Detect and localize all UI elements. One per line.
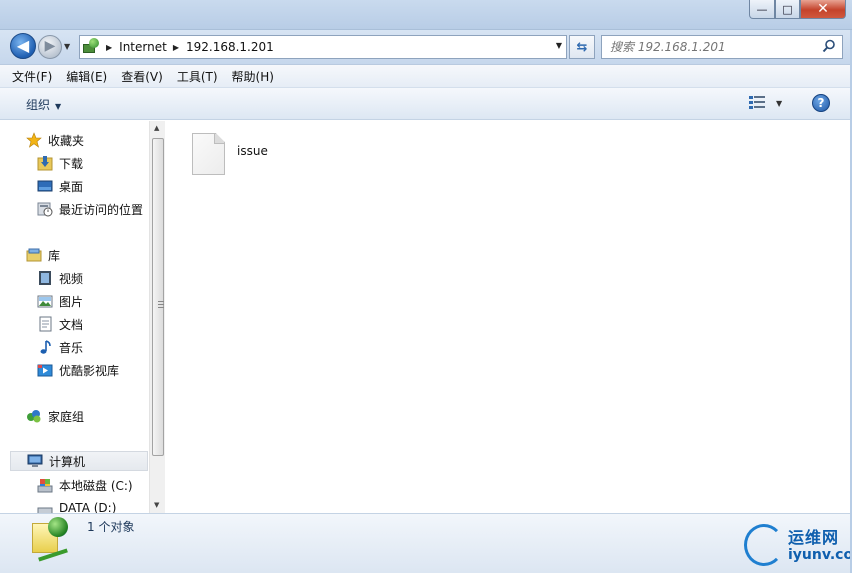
nav-item-label: 优酷影视库: [59, 363, 120, 378]
breadcrumb-arrow-icon[interactable]: ▶: [173, 43, 179, 52]
nav-item-label: 桌面: [59, 179, 84, 194]
breadcrumb-internet[interactable]: Internet: [119, 40, 167, 54]
scroll-up-icon[interactable]: ▲: [154, 124, 159, 132]
nav-computer[interactable]: 计算机: [10, 451, 148, 471]
change-view-icon[interactable]: [749, 96, 767, 110]
nav-item-label: DATA (D:): [59, 501, 117, 513]
drive-icon: [37, 500, 53, 513]
nav-item-label: 最近访问的位置: [59, 202, 144, 217]
picture-icon: [37, 293, 53, 309]
nav-item-label: 本地磁盘 (C:): [59, 478, 133, 493]
recent-places-icon: [37, 201, 53, 217]
nav-item-youku-library[interactable]: 优酷影视库: [37, 360, 119, 380]
ghost-tab-3: [285, 8, 425, 26]
nav-item-pictures[interactable]: 图片: [37, 291, 83, 311]
navigation-pane: 收藏夹 下载 桌面 最近访问的位置 库 视频 图片 文档 音乐 优酷影视库 家庭…: [8, 121, 149, 513]
breadcrumb-arrow-icon[interactable]: ▶: [106, 43, 112, 52]
window-controls: — □ ✕: [749, 0, 846, 19]
address-dropdown-icon[interactable]: ▼: [556, 41, 562, 50]
site-watermark-logo: 运维网 iyunv.com: [744, 522, 852, 568]
menu-view[interactable]: 查看(V): [121, 68, 163, 85]
item-count: 1 个对象: [87, 520, 135, 534]
address-bar[interactable]: ▶ Internet ▶ 192.168.1.201 ▼: [79, 35, 567, 59]
breadcrumb-host[interactable]: 192.168.1.201: [186, 40, 274, 54]
file-item[interactable]: issue: [192, 133, 268, 175]
search-box[interactable]: [601, 35, 843, 59]
nav-item-label: 下载: [59, 156, 84, 171]
nav-item-label: 文档: [59, 317, 84, 332]
menu-tools[interactable]: 工具(T): [177, 68, 218, 85]
menu-edit[interactable]: 编辑(E): [66, 68, 107, 85]
nav-computer-label: 计算机: [49, 454, 86, 469]
minimize-button[interactable]: —: [749, 0, 775, 19]
menu-file[interactable]: 文件(F): [12, 68, 52, 85]
nav-item-label: 音乐: [59, 340, 84, 355]
organize-button[interactable]: 组织 ▼: [26, 96, 61, 113]
search-input[interactable]: [610, 40, 810, 54]
file-list-view: issue: [166, 121, 852, 513]
menu-bar: 文件(F) 编辑(E) 查看(V) 工具(T) 帮助(H): [0, 64, 852, 88]
desktop-icon: [37, 178, 53, 194]
view-options-dropdown-icon[interactable]: ▼: [776, 99, 782, 108]
network-icon: [82, 38, 100, 56]
nav-item-recent-places[interactable]: 最近访问的位置: [37, 199, 143, 219]
refresh-button[interactable]: ⇆: [569, 35, 595, 59]
music-note-icon: [37, 339, 53, 355]
nav-item-label: 图片: [59, 294, 84, 309]
file-name: issue: [237, 144, 268, 158]
nav-favorites[interactable]: 收藏夹: [26, 130, 84, 150]
nav-homegroup[interactable]: 家庭组: [26, 406, 84, 426]
chevron-down-icon: ▼: [55, 102, 62, 111]
nav-favorites-label: 收藏夹: [48, 133, 85, 148]
menu-help[interactable]: 帮助(H): [232, 68, 274, 85]
navigation-pane-scrollbar[interactable]: ▲ ▼: [149, 121, 165, 513]
nav-item-videos[interactable]: 视频: [37, 268, 83, 288]
system-drive-icon: [37, 477, 53, 493]
recent-pages-dropdown-icon[interactable]: ▼: [64, 42, 70, 51]
nav-item-documents[interactable]: 文档: [37, 314, 83, 334]
nav-homegroup-label: 家庭组: [48, 409, 85, 424]
nav-item-drive-d[interactable]: DATA (D:): [37, 498, 116, 513]
ghost-tab-2: [130, 8, 270, 26]
watermark-en-text: iyunv.com: [788, 547, 852, 563]
close-button[interactable]: ✕: [800, 0, 846, 19]
watermark-cn-text: 运维网: [788, 528, 840, 547]
nav-libraries[interactable]: 库: [26, 245, 60, 265]
downloads-folder-icon: [37, 155, 53, 171]
nav-item-desktop[interactable]: 桌面: [37, 176, 83, 196]
scroll-down-icon[interactable]: ▼: [154, 501, 159, 509]
homegroup-icon: [26, 408, 42, 424]
grip-icon: [158, 301, 164, 308]
youku-library-icon: [37, 362, 53, 378]
star-icon: [26, 132, 42, 148]
watermark-arc-icon: [744, 524, 784, 566]
ghost-tab-1: [10, 8, 110, 26]
navigation-bar: ◀ ▶ ▼ ▶ Internet ▶ 192.168.1.201 ▼ ⇆: [0, 30, 852, 64]
title-bar: — □ ✕: [0, 0, 852, 30]
video-icon: [37, 270, 53, 286]
nav-libraries-label: 库: [48, 248, 61, 263]
search-icon[interactable]: [822, 39, 836, 53]
nav-item-music[interactable]: 音乐: [37, 337, 83, 357]
maximize-button[interactable]: □: [775, 0, 800, 19]
help-button[interactable]: ?: [812, 94, 830, 112]
nav-item-downloads[interactable]: 下载: [37, 153, 83, 173]
details-pane: 1 个对象: [0, 513, 852, 573]
nav-item-label: 视频: [59, 271, 84, 286]
document-icon: [37, 316, 53, 332]
blank-file-icon: [192, 133, 225, 175]
nav-item-drive-c[interactable]: 本地磁盘 (C:): [37, 475, 133, 495]
back-button[interactable]: ◀: [10, 33, 36, 59]
scrollbar-thumb[interactable]: [152, 138, 164, 456]
forward-button[interactable]: ▶: [38, 35, 62, 59]
libraries-icon: [26, 247, 42, 263]
command-bar: 组织 ▼ ▼ ?: [0, 88, 852, 120]
computer-icon: [27, 453, 43, 469]
organize-label: 组织: [26, 98, 51, 112]
network-location-icon: [32, 517, 72, 563]
